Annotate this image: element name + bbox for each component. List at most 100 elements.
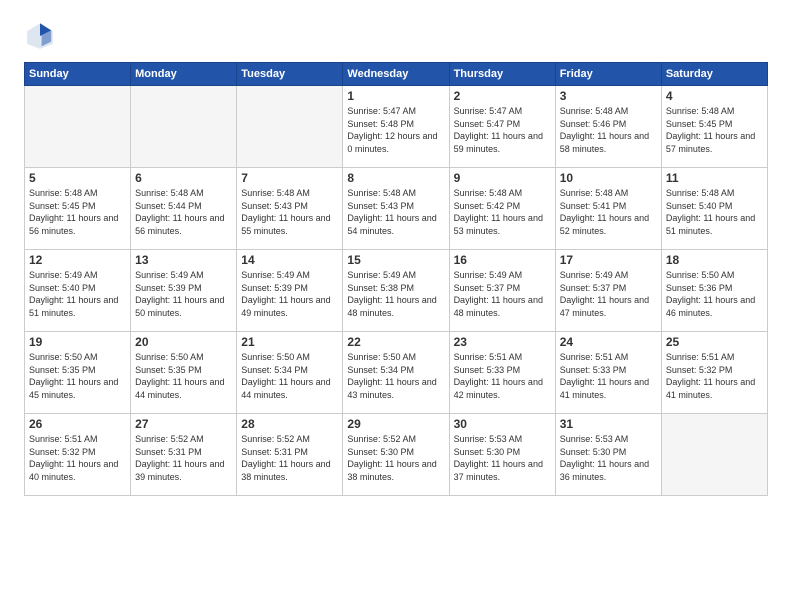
calendar-cell: 15 Sunrise: 5:49 AMSunset: 5:38 PMDayligh…: [343, 250, 449, 332]
day-header-monday: Monday: [131, 63, 237, 86]
calendar-cell: 17 Sunrise: 5:49 AMSunset: 5:37 PMDayligh…: [555, 250, 661, 332]
day-number: 24: [560, 335, 657, 349]
calendar-cell: 3 Sunrise: 5:48 AMSunset: 5:46 PMDaylight…: [555, 86, 661, 168]
day-number: 27: [135, 417, 232, 431]
day-number: 13: [135, 253, 232, 267]
day-header-thursday: Thursday: [449, 63, 555, 86]
calendar-header-row: SundayMondayTuesdayWednesdayThursdayFrid…: [25, 63, 768, 86]
calendar-cell: 6 Sunrise: 5:48 AMSunset: 5:44 PMDaylight…: [131, 168, 237, 250]
cell-info: Sunrise: 5:50 AMSunset: 5:36 PMDaylight:…: [666, 269, 763, 319]
calendar-cell: 7 Sunrise: 5:48 AMSunset: 5:43 PMDaylight…: [237, 168, 343, 250]
day-header-friday: Friday: [555, 63, 661, 86]
day-number: 20: [135, 335, 232, 349]
calendar-cell: 22 Sunrise: 5:50 AMSunset: 5:34 PMDayligh…: [343, 332, 449, 414]
day-number: 29: [347, 417, 444, 431]
calendar-cell: 11 Sunrise: 5:48 AMSunset: 5:40 PMDayligh…: [661, 168, 767, 250]
calendar-cell: 27 Sunrise: 5:52 AMSunset: 5:31 PMDayligh…: [131, 414, 237, 496]
day-number: 26: [29, 417, 126, 431]
calendar-cell: [237, 86, 343, 168]
day-number: 21: [241, 335, 338, 349]
calendar-week-3: 19 Sunrise: 5:50 AMSunset: 5:35 PMDayligh…: [25, 332, 768, 414]
calendar-cell: [131, 86, 237, 168]
cell-info: Sunrise: 5:49 AMSunset: 5:37 PMDaylight:…: [560, 269, 657, 319]
cell-info: Sunrise: 5:51 AMSunset: 5:33 PMDaylight:…: [560, 351, 657, 401]
calendar-cell: 20 Sunrise: 5:50 AMSunset: 5:35 PMDayligh…: [131, 332, 237, 414]
cell-info: Sunrise: 5:53 AMSunset: 5:30 PMDaylight:…: [560, 433, 657, 483]
calendar-week-0: 1 Sunrise: 5:47 AMSunset: 5:48 PMDaylight…: [25, 86, 768, 168]
day-number: 9: [454, 171, 551, 185]
calendar-cell: 12Sunrise: 5:49 AMSunset: 5:40 PMDayligh…: [25, 250, 131, 332]
calendar-cell: 30 Sunrise: 5:53 AMSunset: 5:30 PMDayligh…: [449, 414, 555, 496]
cell-info: Sunrise: 5:48 AMSunset: 5:43 PMDaylight:…: [241, 187, 338, 237]
cell-info: Sunrise: 5:48 AMSunset: 5:40 PMDaylight:…: [666, 187, 763, 237]
day-header-sunday: Sunday: [25, 63, 131, 86]
day-number: 16: [454, 253, 551, 267]
day-number: 8: [347, 171, 444, 185]
cell-info: Sunrise: 5:53 AMSunset: 5:30 PMDaylight:…: [454, 433, 551, 483]
day-number: 2: [454, 89, 551, 103]
calendar-cell: 2Sunrise: 5:47 AMSunset: 5:47 PMDaylight…: [449, 86, 555, 168]
calendar-cell: 24 Sunrise: 5:51 AMSunset: 5:33 PMDayligh…: [555, 332, 661, 414]
calendar-week-1: 5 Sunrise: 5:48 AMSunset: 5:45 PMDaylight…: [25, 168, 768, 250]
cell-info: Sunrise: 5:48 AMSunset: 5:45 PMDaylight:…: [666, 105, 763, 155]
day-number: 19: [29, 335, 126, 349]
cell-info: Sunrise: 5:48 AMSunset: 5:44 PMDaylight:…: [135, 187, 232, 237]
day-header-saturday: Saturday: [661, 63, 767, 86]
logo: [24, 20, 60, 52]
cell-info: Sunrise: 5:50 AMSunset: 5:35 PMDaylight:…: [135, 351, 232, 401]
calendar-week-2: 12Sunrise: 5:49 AMSunset: 5:40 PMDayligh…: [25, 250, 768, 332]
calendar-cell: 21 Sunrise: 5:50 AMSunset: 5:34 PMDayligh…: [237, 332, 343, 414]
calendar-cell: 29Sunrise: 5:52 AMSunset: 5:30 PMDayligh…: [343, 414, 449, 496]
calendar-week-4: 26 Sunrise: 5:51 AMSunset: 5:32 PMDayligh…: [25, 414, 768, 496]
day-number: 10: [560, 171, 657, 185]
day-number: 22: [347, 335, 444, 349]
day-number: 4: [666, 89, 763, 103]
cell-info: Sunrise: 5:49 AMSunset: 5:38 PMDaylight:…: [347, 269, 444, 319]
calendar-cell: 8 Sunrise: 5:48 AMSunset: 5:43 PMDaylight…: [343, 168, 449, 250]
day-number: 17: [560, 253, 657, 267]
cell-info: Sunrise: 5:50 AMSunset: 5:35 PMDaylight:…: [29, 351, 126, 401]
day-number: 15: [347, 253, 444, 267]
day-number: 7: [241, 171, 338, 185]
cell-info: Sunrise: 5:48 AMSunset: 5:42 PMDaylight:…: [454, 187, 551, 237]
day-number: 18: [666, 253, 763, 267]
cell-info: Sunrise: 5:51 AMSunset: 5:32 PMDaylight:…: [666, 351, 763, 401]
calendar-cell: 14Sunrise: 5:49 AMSunset: 5:39 PMDayligh…: [237, 250, 343, 332]
day-number: 3: [560, 89, 657, 103]
cell-info: Sunrise: 5:48 AMSunset: 5:46 PMDaylight:…: [560, 105, 657, 155]
calendar-cell: 4 Sunrise: 5:48 AMSunset: 5:45 PMDaylight…: [661, 86, 767, 168]
day-header-tuesday: Tuesday: [237, 63, 343, 86]
calendar-cell: 1 Sunrise: 5:47 AMSunset: 5:48 PMDaylight…: [343, 86, 449, 168]
calendar-cell: 19 Sunrise: 5:50 AMSunset: 5:35 PMDayligh…: [25, 332, 131, 414]
cell-info: Sunrise: 5:49 AMSunset: 5:40 PMDaylight:…: [29, 269, 126, 319]
day-number: 6: [135, 171, 232, 185]
day-number: 1: [347, 89, 444, 103]
calendar: SundayMondayTuesdayWednesdayThursdayFrid…: [24, 62, 768, 496]
day-number: 11: [666, 171, 763, 185]
calendar-cell: 9 Sunrise: 5:48 AMSunset: 5:42 PMDaylight…: [449, 168, 555, 250]
calendar-cell: 25Sunrise: 5:51 AMSunset: 5:32 PMDayligh…: [661, 332, 767, 414]
day-number: 30: [454, 417, 551, 431]
cell-info: Sunrise: 5:51 AMSunset: 5:33 PMDaylight:…: [454, 351, 551, 401]
logo-icon: [24, 20, 56, 52]
day-number: 14: [241, 253, 338, 267]
cell-info: Sunrise: 5:49 AMSunset: 5:39 PMDaylight:…: [135, 269, 232, 319]
day-number: 31: [560, 417, 657, 431]
cell-info: Sunrise: 5:52 AMSunset: 5:31 PMDaylight:…: [241, 433, 338, 483]
day-number: 5: [29, 171, 126, 185]
calendar-cell: 13 Sunrise: 5:49 AMSunset: 5:39 PMDayligh…: [131, 250, 237, 332]
cell-info: Sunrise: 5:50 AMSunset: 5:34 PMDaylight:…: [347, 351, 444, 401]
cell-info: Sunrise: 5:47 AMSunset: 5:48 PMDaylight:…: [347, 105, 444, 155]
cell-info: Sunrise: 5:48 AMSunset: 5:45 PMDaylight:…: [29, 187, 126, 237]
calendar-cell: 5 Sunrise: 5:48 AMSunset: 5:45 PMDaylight…: [25, 168, 131, 250]
day-number: 28: [241, 417, 338, 431]
cell-info: Sunrise: 5:51 AMSunset: 5:32 PMDaylight:…: [29, 433, 126, 483]
calendar-cell: 18 Sunrise: 5:50 AMSunset: 5:36 PMDayligh…: [661, 250, 767, 332]
page: SundayMondayTuesdayWednesdayThursdayFrid…: [0, 0, 792, 612]
calendar-cell: 31 Sunrise: 5:53 AMSunset: 5:30 PMDayligh…: [555, 414, 661, 496]
calendar-cell: 23Sunrise: 5:51 AMSunset: 5:33 PMDayligh…: [449, 332, 555, 414]
day-header-wednesday: Wednesday: [343, 63, 449, 86]
cell-info: Sunrise: 5:52 AMSunset: 5:31 PMDaylight:…: [135, 433, 232, 483]
cell-info: Sunrise: 5:50 AMSunset: 5:34 PMDaylight:…: [241, 351, 338, 401]
cell-info: Sunrise: 5:48 AMSunset: 5:43 PMDaylight:…: [347, 187, 444, 237]
